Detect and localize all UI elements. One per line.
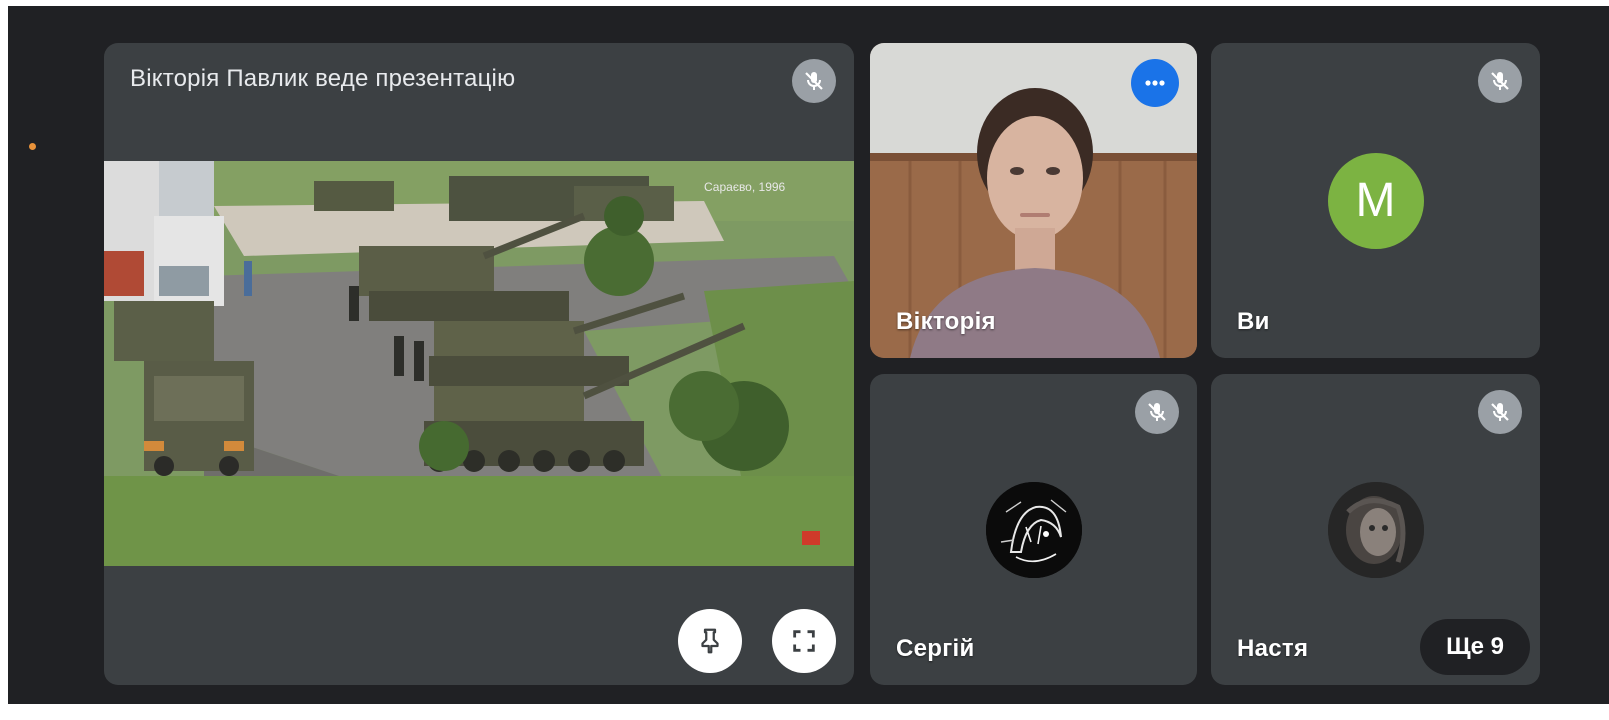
participant-name: Сергій xyxy=(896,635,975,662)
mic-off-icon xyxy=(1478,59,1522,103)
meeting-window: Вікторія Павлик веде презентацію Сараєво… xyxy=(8,6,1609,704)
participant-name: Настя xyxy=(1237,635,1309,662)
more-options-button[interactable] xyxy=(1131,59,1179,107)
mic-off-icon xyxy=(1135,390,1179,434)
participant-tile-serhii[interactable]: Сергій xyxy=(870,374,1197,685)
participant-tile-viktoria[interactable]: Вікторія xyxy=(870,43,1197,358)
mic-off-icon xyxy=(1478,390,1522,434)
pin-button[interactable] xyxy=(678,609,742,673)
recording-indicator-dot xyxy=(29,143,36,150)
shared-screen-video: Сараєво, 1996 xyxy=(104,161,854,566)
participant-name: Ви xyxy=(1237,308,1270,335)
avatar xyxy=(985,481,1082,578)
presentation-title: Вікторія Павлик веде презентацію xyxy=(130,65,516,92)
mic-off-icon xyxy=(792,59,836,103)
participant-tile-nastia[interactable]: Настя Ще 9 xyxy=(1211,374,1540,685)
avatar xyxy=(1327,481,1424,578)
pin-icon xyxy=(701,628,719,654)
screen-caption: Сараєво, 1996 xyxy=(704,180,786,194)
more-options-icon xyxy=(1145,80,1165,86)
more-participants-button[interactable]: Ще 9 xyxy=(1420,619,1530,675)
participant-tile-self[interactable]: M Ви xyxy=(1211,43,1540,358)
presentation-tile[interactable]: Вікторія Павлик веде презентацію Сараєво… xyxy=(104,43,854,685)
shared-screen-scene: Сараєво, 1996 xyxy=(104,161,854,566)
fullscreen-icon xyxy=(793,630,815,652)
participant-name: Вікторія xyxy=(896,308,996,335)
avatar: M xyxy=(1327,152,1424,249)
fullscreen-button[interactable] xyxy=(772,609,836,673)
